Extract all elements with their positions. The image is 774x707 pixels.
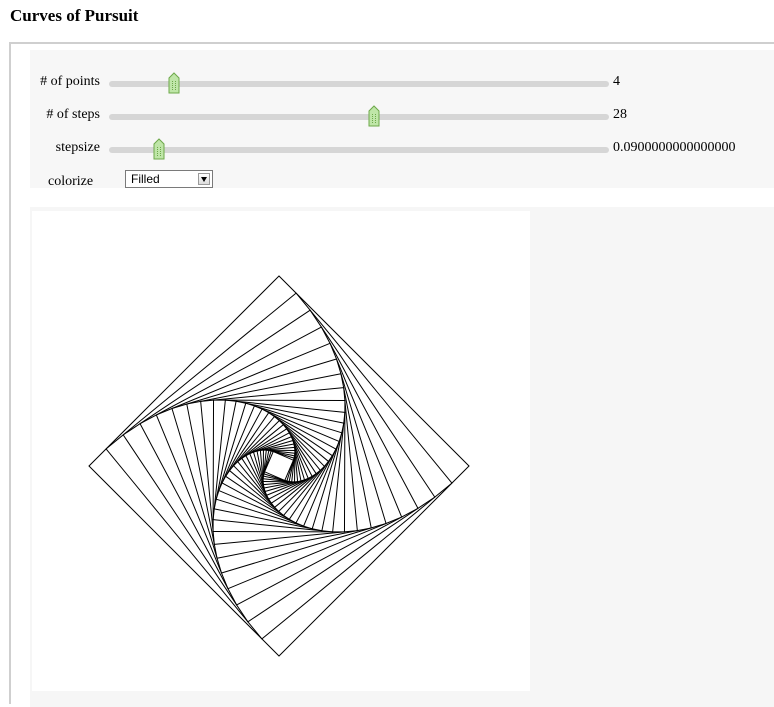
pursuit-center [265, 452, 294, 481]
pursuit-segment [216, 403, 246, 499]
pursuit-segment [123, 435, 248, 622]
pursuit-segment [89, 466, 279, 656]
pursuit-segment [304, 441, 340, 526]
output-area [30, 207, 774, 707]
pursuit-segment [172, 359, 337, 409]
pursuit-segment [341, 374, 371, 528]
points-control: # of points 4 [30, 70, 774, 96]
pursuit-segment [201, 401, 215, 544]
plot-canvas [32, 211, 530, 691]
pursuit-segment [214, 531, 357, 545]
colorize-select[interactable]: Filled [125, 170, 213, 188]
pursuit-segment [344, 388, 358, 531]
colorize-label: colorize [48, 174, 93, 190]
pursuit-segment [187, 374, 341, 404]
pursuit-segment [201, 388, 344, 402]
pursuit-segment [228, 517, 402, 589]
pursuit-segment [330, 343, 402, 517]
pursuit-segment [219, 491, 304, 527]
pursuit-segment [312, 433, 342, 529]
colorize-selected-value: Filled [131, 172, 160, 186]
pursuit-segment [310, 310, 435, 497]
pursuit-segment [246, 403, 342, 433]
dropdown-arrow-icon[interactable] [198, 173, 210, 185]
pursuit-segment [248, 497, 435, 622]
stepsize-control: stepsize 0.0900000000000000 [30, 136, 774, 162]
stepsize-slider-handle[interactable] [153, 138, 165, 160]
steps-slider-handle[interactable] [368, 105, 380, 127]
pursuit-segment [89, 276, 279, 466]
pursuit-segment [123, 310, 310, 435]
steps-control: # of steps 28 [30, 103, 774, 129]
pursuit-segment [187, 404, 217, 558]
pursuit-segment [219, 406, 255, 491]
pursuit-segment [254, 406, 339, 442]
stepsize-label: stepsize [56, 140, 100, 156]
controls-area: # of points 4 # of steps 28 [30, 50, 774, 188]
pursuit-segment [156, 415, 228, 589]
interact-panel: # of points 4 # of steps 28 [9, 42, 774, 704]
pursuit-segment [279, 466, 469, 656]
pursuit-segment [222, 523, 387, 573]
stepsize-value: 0.0900000000000000 [613, 140, 736, 156]
pursuit-segment [172, 409, 222, 574]
pursuit-segment [279, 276, 469, 466]
stepsize-slider[interactable] [109, 147, 609, 153]
pursuit-segment [336, 359, 386, 524]
points-slider[interactable] [109, 81, 609, 87]
pursuit-segment [156, 343, 330, 415]
pursuit-segment [217, 528, 371, 558]
points-slider-handle[interactable] [168, 72, 180, 94]
pursuit-segment [140, 327, 321, 424]
pursuit-segment [216, 499, 312, 529]
steps-label: # of steps [46, 107, 100, 123]
pursuit-segment [321, 327, 418, 508]
points-label: # of points [40, 74, 100, 90]
pursuit-plot [32, 211, 530, 691]
pursuit-segment [237, 508, 418, 605]
steps-slider[interactable] [109, 114, 609, 120]
steps-value: 28 [613, 107, 627, 123]
pursuit-segment [140, 424, 237, 605]
points-value: 4 [613, 74, 620, 90]
page-title: Curves of Pursuit [10, 4, 138, 28]
